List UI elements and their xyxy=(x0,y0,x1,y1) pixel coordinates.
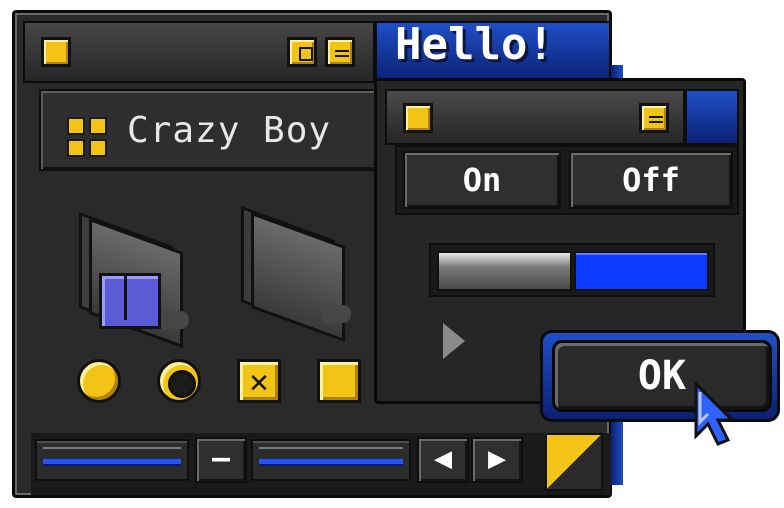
on-button[interactable]: On xyxy=(403,151,561,209)
slider[interactable] xyxy=(429,243,715,297)
minimize-icon[interactable] xyxy=(325,37,355,67)
title-banner: Hello! xyxy=(375,19,611,83)
dialog-close-icon[interactable] xyxy=(403,103,433,133)
finder-face-icon xyxy=(99,273,161,329)
dialog-titlebar[interactable] xyxy=(385,89,685,145)
maximize-icon[interactable] xyxy=(287,37,317,67)
bottom-toolbar: – ◀ ▶ xyxy=(31,433,611,495)
ok-button[interactable]: OK xyxy=(552,340,772,412)
radio-unselected[interactable] xyxy=(157,359,201,403)
app-name: Crazy Boy xyxy=(127,110,332,151)
slider-fill xyxy=(574,251,709,291)
dialog-minimize-icon[interactable] xyxy=(639,103,669,133)
checkbox-checked[interactable]: ✕ xyxy=(237,359,281,403)
slider-thumb[interactable] xyxy=(437,251,572,291)
on-off-toggle[interactable]: On Off xyxy=(395,145,739,215)
hello-title: Hello! xyxy=(395,19,554,70)
dialog-title-accent xyxy=(685,89,739,145)
minus-button[interactable]: – xyxy=(195,437,247,483)
grid-icon xyxy=(67,117,107,157)
finder-folder-icon[interactable] xyxy=(79,211,189,349)
radio-selected[interactable] xyxy=(77,359,121,403)
close-icon[interactable] xyxy=(41,37,71,67)
app-header: Crazy Boy xyxy=(39,89,383,171)
scroll-left-button[interactable]: ◀ xyxy=(417,437,469,483)
checkbox-unchecked[interactable] xyxy=(317,359,361,403)
empty-folder-icon[interactable] xyxy=(241,205,351,343)
disclosure-triangle-icon[interactable] xyxy=(443,323,465,359)
resize-grip[interactable] xyxy=(545,433,603,491)
horizontal-scroll-track[interactable] xyxy=(35,439,189,481)
cursor-icon xyxy=(694,382,734,446)
progress-track[interactable] xyxy=(251,439,411,481)
scroll-right-button[interactable]: ▶ xyxy=(471,437,523,483)
off-button[interactable]: Off xyxy=(569,151,733,209)
main-titlebar[interactable] xyxy=(23,21,375,83)
content-panel: ✕ xyxy=(39,173,383,429)
